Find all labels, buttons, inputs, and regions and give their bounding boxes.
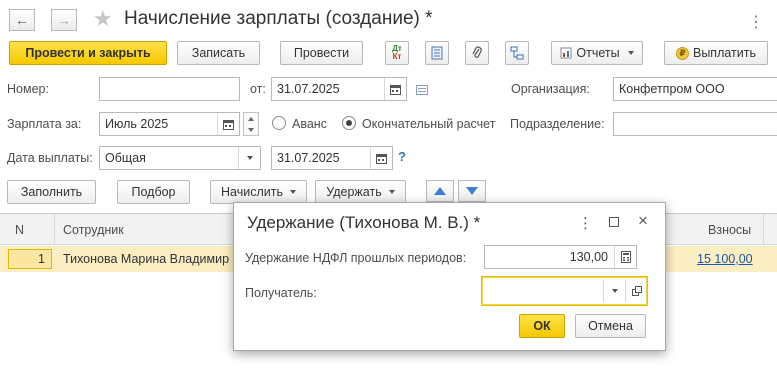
post-button[interactable]: Провести	[280, 41, 363, 65]
select-button[interactable]: Подбор	[117, 180, 190, 204]
period-stepper[interactable]	[243, 112, 259, 136]
salary-period-value: Июль 2025	[105, 117, 169, 131]
move-up-button[interactable]	[426, 180, 454, 202]
withhold-label: Удержать	[326, 185, 382, 199]
structure-button[interactable]	[505, 41, 529, 65]
calendar-icon	[223, 119, 234, 130]
calculator-icon	[620, 251, 631, 263]
comment-icon[interactable]	[416, 84, 428, 98]
calendar-button[interactable]	[384, 78, 406, 100]
maximize-icon[interactable]	[609, 217, 619, 227]
ndfl-amount-field[interactable]: 130,00	[484, 245, 637, 269]
accrue-button[interactable]: Начислить	[210, 180, 307, 204]
division-label: Подразделение:	[510, 117, 605, 131]
payment-date-label: Дата выплаты:	[7, 151, 93, 165]
arrow-up-icon	[434, 187, 446, 195]
stepper-down-icon[interactable]	[248, 127, 254, 132]
number-field[interactable]	[99, 77, 240, 101]
chevron-down-icon	[246, 156, 253, 160]
ok-button[interactable]: ОК	[519, 314, 565, 338]
arrow-down-icon	[466, 187, 478, 195]
withholding-dialog: Удержание (Тихонова М. В.) * ⋮ × Удержан…	[233, 202, 666, 351]
reports-button[interactable]: Отчеты	[551, 41, 643, 65]
organization-label: Организация:	[511, 82, 590, 96]
column-header-n[interactable]: N	[15, 223, 24, 237]
forward-button[interactable]: →	[51, 9, 77, 31]
pay-label: Выплатить	[692, 46, 756, 60]
hierarchy-icon	[510, 46, 524, 60]
cancel-button[interactable]: Отмена	[575, 314, 646, 338]
column-header-employee[interactable]: Сотрудник	[63, 223, 124, 237]
row-contributions-link[interactable]: 15 100,00	[697, 252, 753, 266]
chevron-down-icon	[289, 190, 296, 194]
column-header-contributions[interactable]: Взносы	[708, 223, 751, 237]
chart-icon	[560, 47, 572, 59]
favorite-star-icon[interactable]: ★	[93, 6, 113, 32]
payment-calendar-button[interactable]	[370, 147, 392, 169]
radio-final-label[interactable]: Окончательный расчет	[362, 117, 495, 131]
chevron-down-icon	[388, 190, 395, 194]
help-link[interactable]: ?	[398, 149, 406, 164]
payment-type-value: Общая	[105, 151, 146, 165]
ndfl-label: Удержание НДФЛ прошлых периодов:	[245, 251, 467, 265]
date-from-label: от:	[250, 82, 266, 96]
more-menu-icon[interactable]: ⋮	[748, 12, 764, 32]
document-date-value: 31.07.2025	[277, 82, 340, 96]
window-title: Начисление зарплаты (создание) *	[124, 8, 433, 29]
payment-type-select[interactable]: Общая	[99, 146, 261, 170]
open-window-icon	[631, 286, 642, 296]
dt-kt-button[interactable]: Дт Кт	[385, 41, 409, 65]
reports-label: Отчеты	[576, 46, 620, 60]
radio-advance-label[interactable]: Аванс	[292, 117, 327, 131]
calculator-button[interactable]	[614, 246, 636, 268]
period-calendar-button[interactable]	[217, 113, 239, 135]
arrow-right-icon: →	[57, 12, 71, 28]
row-number: 1	[38, 252, 45, 266]
payment-type-dropdown[interactable]	[238, 147, 260, 169]
salary-for-label: Зарплата за:	[7, 117, 82, 131]
payment-date-field[interactable]: 31.07.2025	[271, 146, 393, 170]
attachments-button[interactable]	[465, 41, 489, 65]
recipient-open-button[interactable]	[625, 280, 647, 302]
chevron-down-icon	[627, 51, 634, 55]
dt-kt-icon: Дт Кт	[392, 44, 402, 61]
radio-dot	[346, 120, 352, 126]
pay-button[interactable]: ₽ Выплатить	[664, 41, 768, 65]
stepper-up-icon[interactable]	[248, 116, 254, 121]
chevron-down-icon	[611, 289, 618, 293]
post-and-close-button[interactable]: Провести и закрыть	[9, 41, 167, 65]
division-field[interactable]	[613, 112, 777, 136]
payment-date-value: 31.07.2025	[277, 151, 340, 165]
dialog-title: Удержание (Тихонова М. В.) *	[247, 213, 481, 232]
number-label: Номер:	[7, 82, 49, 96]
recipient-field[interactable]	[481, 276, 648, 306]
dialog-more-icon[interactable]: ⋮	[578, 214, 593, 232]
organization-field[interactable]: Конфетпром ООО	[613, 77, 777, 101]
coin-icon: ₽	[675, 46, 689, 60]
document-list-button[interactable]	[425, 41, 449, 65]
list-icon	[431, 46, 443, 60]
calendar-icon	[376, 153, 387, 164]
back-button[interactable]: ←	[9, 9, 35, 31]
document-date-field[interactable]: 31.07.2025	[271, 77, 407, 101]
radio-advance[interactable]	[272, 116, 286, 130]
save-button[interactable]: Записать	[177, 41, 260, 65]
move-down-button[interactable]	[458, 180, 486, 202]
accrue-label: Начислить	[221, 185, 283, 199]
ndfl-amount-value: 130,00	[569, 250, 608, 264]
salary-period-field[interactable]: Июль 2025	[99, 112, 240, 136]
paperclip-icon	[472, 46, 482, 58]
recipient-dropdown-button[interactable]	[603, 280, 625, 302]
fill-button[interactable]: Заполнить	[7, 180, 96, 204]
row-employee: Тихонова Марина Владимир	[63, 252, 230, 266]
calendar-icon	[390, 84, 401, 95]
recipient-label: Получатель:	[245, 286, 317, 300]
close-icon[interactable]: ×	[638, 211, 648, 231]
arrow-left-icon: ←	[15, 12, 29, 28]
radio-final[interactable]	[342, 116, 356, 130]
withhold-button[interactable]: Удержать	[315, 180, 406, 204]
